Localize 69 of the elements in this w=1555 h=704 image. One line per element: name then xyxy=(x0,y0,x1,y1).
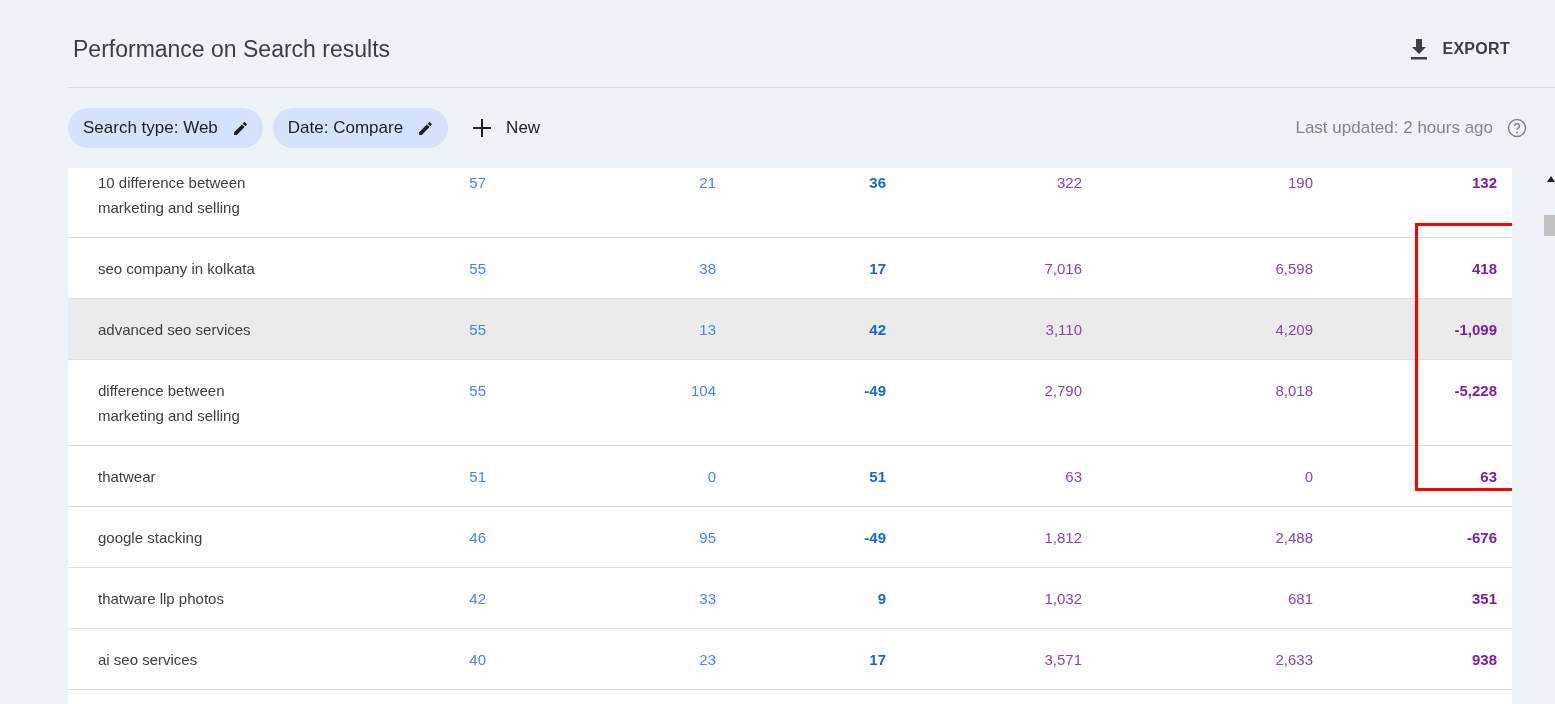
metric-cell-text: 55 xyxy=(468,381,486,401)
query-cell-text: seo company in kolkata xyxy=(97,259,256,279)
metric-cell-text: 17 xyxy=(868,259,886,279)
query-cell-text: 10 difference between marketing and selling xyxy=(97,173,247,218)
filter-chip[interactable]: Search type: Web xyxy=(68,108,263,148)
metric-cell-text: -1,099 xyxy=(1453,320,1497,340)
metric-cell-text: 42 xyxy=(868,320,886,340)
metric-cell-text: 40 xyxy=(468,650,486,670)
pencil-icon xyxy=(231,119,249,137)
metric-cell-text: -676 xyxy=(1465,528,1497,548)
scrollbar-thumb[interactable] xyxy=(1544,215,1555,236)
metric-cell-text: 190 xyxy=(1286,173,1313,193)
metric-cell-text: -5,228 xyxy=(1453,381,1497,401)
new-filter-button[interactable]: New xyxy=(464,118,549,138)
metric-cell-text: 8,018 xyxy=(1274,381,1313,401)
metric-cell-text: 23 xyxy=(698,650,716,670)
metric-cell-text: 3,571 xyxy=(1043,650,1082,670)
last-updated-text: Last updated: 2 hours ago xyxy=(1295,118,1493,138)
export-button[interactable]: EXPORT xyxy=(1408,36,1510,61)
metric-cell-text: 63 xyxy=(1479,467,1497,487)
metric-cell-text: 17 xyxy=(868,650,886,670)
metric-cell-text: 1,032 xyxy=(1043,589,1082,609)
scroll-up-arrow-icon[interactable] xyxy=(1547,176,1555,182)
query-cell-text: thatwear xyxy=(97,467,157,487)
metric-cell-text: -49 xyxy=(863,528,886,548)
table-row[interactable]: advanced seo services 55 13 42 3,110 4,209 -1,099 xyxy=(68,299,1512,360)
metric-cell-text: 4,209 xyxy=(1274,320,1313,340)
metric-cell-text: 938 xyxy=(1470,650,1497,670)
query-cell-text: advanced seo services xyxy=(97,320,252,340)
metric-cell-text: 3,110 xyxy=(1044,320,1082,340)
metric-cell-text: 0 xyxy=(1303,467,1313,487)
metric-cell-text: 38 xyxy=(698,259,716,279)
metric-cell-text: 132 xyxy=(1470,173,1497,193)
metric-cell-text: 2,488 xyxy=(1274,528,1313,548)
metric-cell-text: 7,016 xyxy=(1043,259,1082,279)
metric-cell-text: 55 xyxy=(468,320,486,340)
metric-cell-text: 57 xyxy=(468,173,486,193)
metric-cell-text: -49 xyxy=(863,381,886,401)
page-title: Performance on Search results xyxy=(73,35,392,63)
metric-cell-text: 51 xyxy=(468,467,486,487)
metric-cell-text: 42 xyxy=(468,589,486,609)
metric-cell-text: 33 xyxy=(698,589,716,609)
help-icon[interactable] xyxy=(1507,118,1527,138)
metric-cell-text: 51 xyxy=(868,467,886,487)
metric-cell-text: 322 xyxy=(1055,173,1082,193)
query-cell-text: difference between marketing and selling xyxy=(97,381,241,426)
metric-cell-text: 63 xyxy=(1064,467,1082,487)
metric-cell-text: 0 xyxy=(706,467,716,487)
metric-cell-text: 9 xyxy=(876,589,886,609)
pencil-icon xyxy=(417,119,435,137)
query-cell-text: google stacking xyxy=(97,528,204,548)
metric-cell-text: 351 xyxy=(1470,589,1497,609)
metric-cell-text: 95 xyxy=(698,528,716,548)
filter-chip[interactable]: Date: Compare xyxy=(272,108,449,148)
metric-cell-text: 2,790 xyxy=(1043,381,1082,401)
metric-cell-text: 418 xyxy=(1470,259,1497,279)
metric-cell-text: 2,633 xyxy=(1274,650,1313,670)
metric-cell-text: 1,812 xyxy=(1043,528,1082,548)
metric-cell-text: 104 xyxy=(689,381,716,401)
metric-cell-text: 21 xyxy=(698,173,716,193)
query-cell-text: ai seo services xyxy=(97,650,199,670)
metric-cell-text: 36 xyxy=(868,173,886,193)
plus-icon xyxy=(472,118,493,138)
metric-cell-text: 46 xyxy=(468,528,486,548)
metric-cell-text: 681 xyxy=(1286,589,1313,609)
query-cell-text: thatware llp photos xyxy=(97,589,225,609)
metric-cell-text: 6,598 xyxy=(1274,259,1313,279)
metric-cell-text: 55 xyxy=(468,259,486,279)
metric-cell-text: 13 xyxy=(698,320,716,340)
